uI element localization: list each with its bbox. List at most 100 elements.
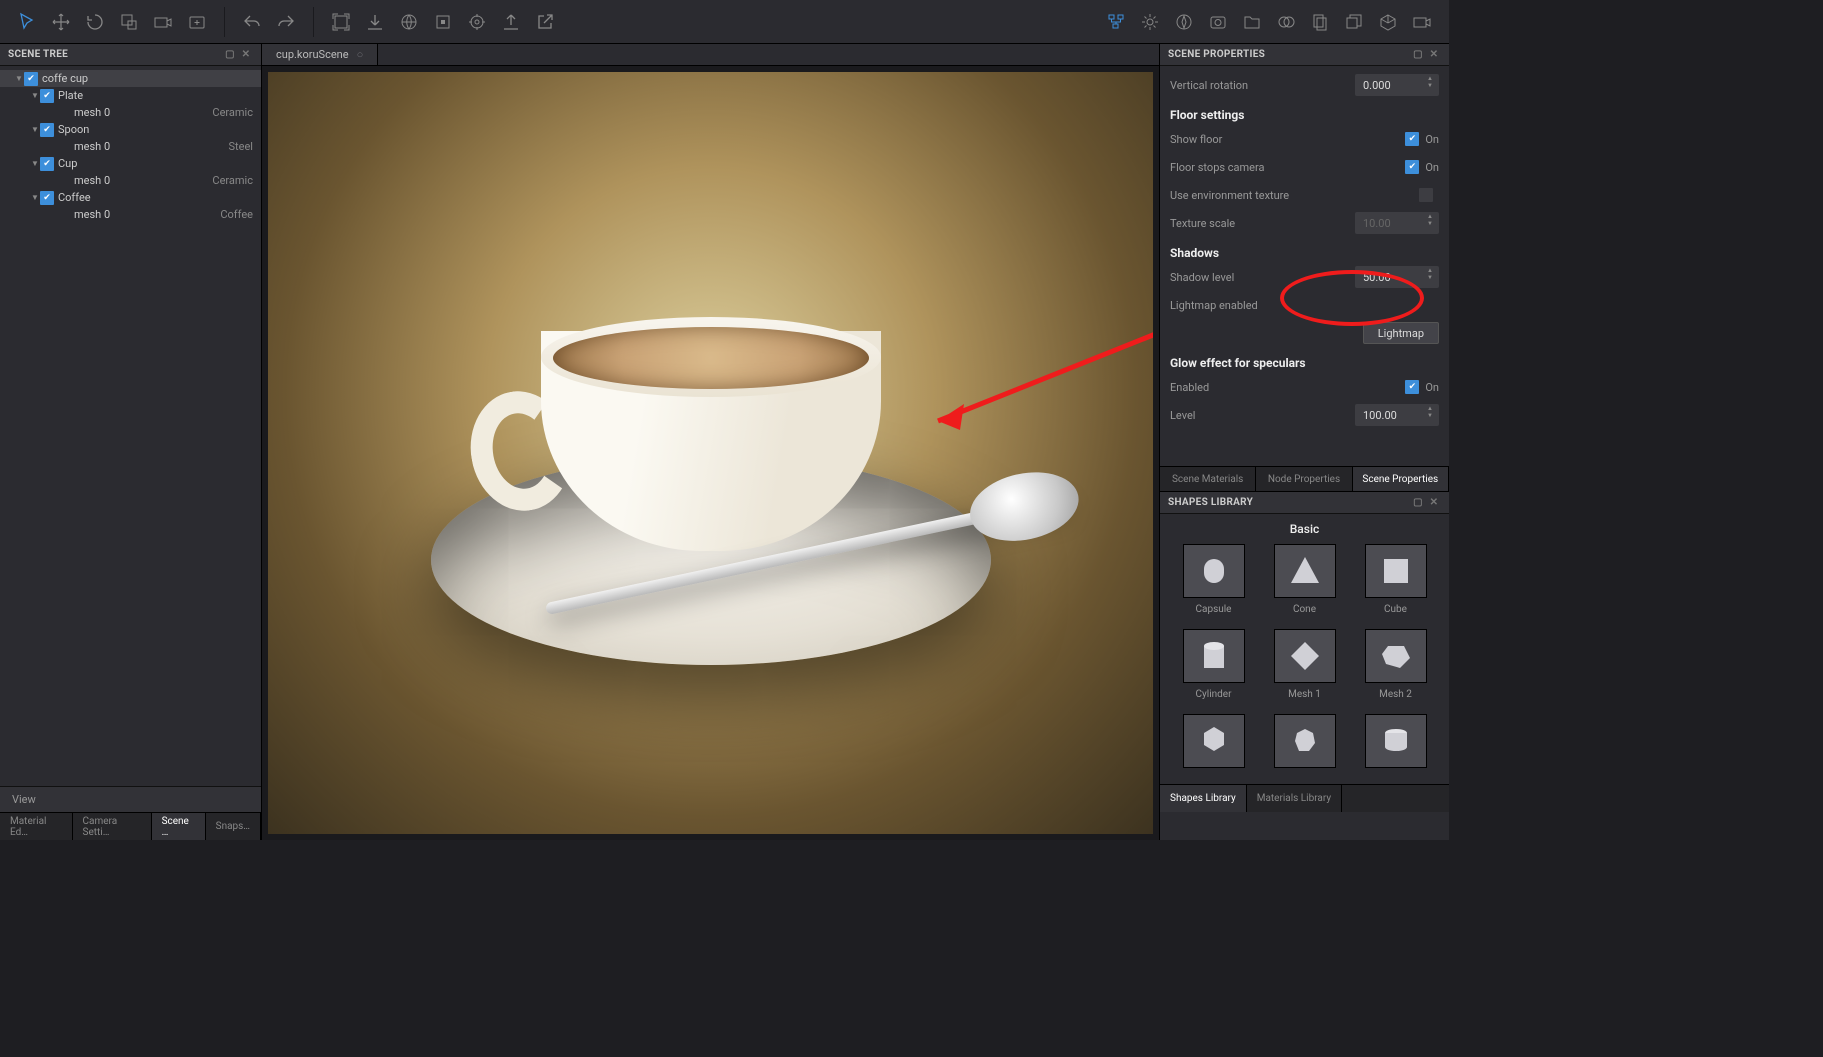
upload-icon[interactable] [494, 5, 528, 39]
download-icon[interactable] [358, 5, 392, 39]
visibility-checkbox[interactable]: ✔ [40, 191, 54, 205]
tree-node[interactable]: ▼✔Cup [0, 155, 261, 172]
redo-icon[interactable] [269, 5, 303, 39]
close-icon[interactable]: ✕ [1427, 48, 1441, 62]
glow-enabled-checkbox[interactable]: ✔ [1405, 380, 1419, 394]
properties-tab[interactable]: Scene Properties [1353, 467, 1449, 491]
maximize-icon[interactable]: ▢ [1411, 496, 1425, 510]
shape-thumbnail [1274, 714, 1336, 768]
use-env-checkbox[interactable] [1419, 188, 1433, 202]
rotate-icon[interactable] [78, 5, 112, 39]
properties-tab[interactable]: Scene Materials [1160, 467, 1256, 491]
focus-icon[interactable] [324, 5, 358, 39]
tree-node-material: Coffee [220, 208, 253, 221]
properties-tab[interactable]: Node Properties [1256, 467, 1352, 491]
visibility-checkbox[interactable]: ✔ [40, 157, 54, 171]
tree-node[interactable]: ▼✔Spoon [0, 121, 261, 138]
add-icon[interactable] [180, 5, 214, 39]
shape-item[interactable]: Mesh 2 [1356, 629, 1435, 700]
tree-node[interactable]: ▼✔Coffee [0, 189, 261, 206]
close-icon[interactable]: ✕ [1427, 496, 1441, 510]
tree-node[interactable]: mesh 0Ceramic [0, 172, 261, 189]
panel-title: SCENE TREE [8, 49, 68, 60]
undo-icon[interactable] [235, 5, 269, 39]
visibility-checkbox[interactable]: ✔ [24, 72, 38, 86]
cursor-icon[interactable] [10, 5, 44, 39]
use-env-label: Use environment texture [1170, 189, 1419, 202]
left-tab[interactable]: Scene … [152, 813, 206, 840]
shape-item[interactable] [1265, 714, 1344, 774]
left-tab[interactable]: Camera Setti… [73, 813, 152, 840]
shape-item[interactable] [1356, 714, 1435, 774]
tree-node[interactable]: ▼✔coffe cup [0, 70, 261, 87]
shape-item[interactable]: Mesh 1 [1265, 629, 1344, 700]
panel-header: SCENE PROPERTIES ▢ ✕ [1160, 44, 1449, 66]
maximize-icon[interactable]: ▢ [223, 48, 237, 62]
expand-arrow-icon[interactable]: ▼ [30, 125, 40, 134]
layers-icon[interactable] [1269, 5, 1303, 39]
floor-settings-header: Floor settings [1170, 108, 1439, 122]
box-icon[interactable] [426, 5, 460, 39]
tree-node-label: mesh 0 [74, 106, 110, 119]
floor-stops-checkbox[interactable]: ✔ [1405, 160, 1419, 174]
move-icon[interactable] [44, 5, 78, 39]
top-toolbar [0, 0, 1449, 44]
hierarchy-icon[interactable] [1099, 5, 1133, 39]
tree-node[interactable]: mesh 0Coffee [0, 206, 261, 223]
camera2-icon[interactable] [1405, 5, 1439, 39]
close-icon[interactable]: ✕ [239, 48, 253, 62]
tree-node[interactable]: mesh 0Ceramic [0, 104, 261, 121]
left-tabs: Material Ed…Camera Setti…Scene …Snaps… [0, 812, 261, 840]
stack-icon[interactable] [1337, 5, 1371, 39]
camera-icon[interactable] [146, 5, 180, 39]
globe-icon[interactable] [392, 5, 426, 39]
right-column: SCENE PROPERTIES ▢ ✕ Vertical rotation 0… [1159, 44, 1449, 840]
shapes-grid: CapsuleConeCube CylinderMesh 1Mesh 2 [1160, 544, 1449, 784]
shape-thumbnail [1365, 629, 1427, 683]
tree-node[interactable]: mesh 0Steel [0, 138, 261, 155]
shape-thumbnail [1183, 544, 1245, 598]
library-tab[interactable]: Shapes Library [1160, 785, 1247, 812]
library-tab[interactable]: Materials Library [1247, 785, 1342, 812]
cube-icon[interactable] [1371, 5, 1405, 39]
gear-icon[interactable] [1133, 5, 1167, 39]
texture-scale-input: 10.00▲▼ [1355, 212, 1439, 234]
texture-scale-label: Texture scale [1170, 217, 1355, 230]
lightmap-button[interactable]: Lightmap [1363, 322, 1439, 344]
refresh-icon[interactable] [460, 5, 494, 39]
photo-icon[interactable] [1201, 5, 1235, 39]
glow-level-label: Level [1170, 409, 1355, 422]
compass-icon[interactable] [1167, 5, 1201, 39]
shape-item[interactable]: Cube [1356, 544, 1435, 615]
left-tab[interactable]: Material Ed… [0, 813, 73, 840]
visibility-checkbox[interactable]: ✔ [40, 123, 54, 137]
visibility-checkbox[interactable]: ✔ [40, 89, 54, 103]
glow-level-input[interactable]: 100.00▲▼ [1355, 404, 1439, 426]
document-tabs: cup.koruScene ○ [262, 44, 1159, 66]
cards-icon[interactable] [1303, 5, 1337, 39]
tree-footer[interactable]: View [0, 786, 261, 812]
expand-arrow-icon[interactable]: ▼ [14, 74, 24, 83]
shape-thumbnail [1365, 544, 1427, 598]
document-tab[interactable]: cup.koruScene ○ [262, 44, 378, 65]
vertical-rotation-input[interactable]: 0.000▲▼ [1355, 74, 1439, 96]
expand-arrow-icon[interactable]: ▼ [30, 159, 40, 168]
maximize-icon[interactable]: ▢ [1411, 48, 1425, 62]
tab-close-icon[interactable]: ○ [357, 48, 364, 61]
shape-item[interactable] [1174, 714, 1253, 774]
3d-viewport[interactable] [268, 72, 1153, 834]
render-cup [541, 331, 881, 551]
export-icon[interactable] [528, 5, 562, 39]
expand-arrow-icon[interactable]: ▼ [30, 193, 40, 202]
shape-item[interactable]: Cylinder [1174, 629, 1253, 700]
scale-icon[interactable] [112, 5, 146, 39]
expand-arrow-icon[interactable]: ▼ [30, 91, 40, 100]
scene-tree[interactable]: ▼✔coffe cup▼✔Platemesh 0Ceramic▼✔Spoonme… [0, 66, 261, 786]
shape-item[interactable]: Capsule [1174, 544, 1253, 615]
shape-item[interactable]: Cone [1265, 544, 1344, 615]
show-floor-checkbox[interactable]: ✔ [1405, 132, 1419, 146]
folder-icon[interactable] [1235, 5, 1269, 39]
left-tab[interactable]: Snaps… [206, 813, 261, 840]
tree-node[interactable]: ▼✔Plate [0, 87, 261, 104]
tree-node-material: Steel [229, 140, 253, 153]
